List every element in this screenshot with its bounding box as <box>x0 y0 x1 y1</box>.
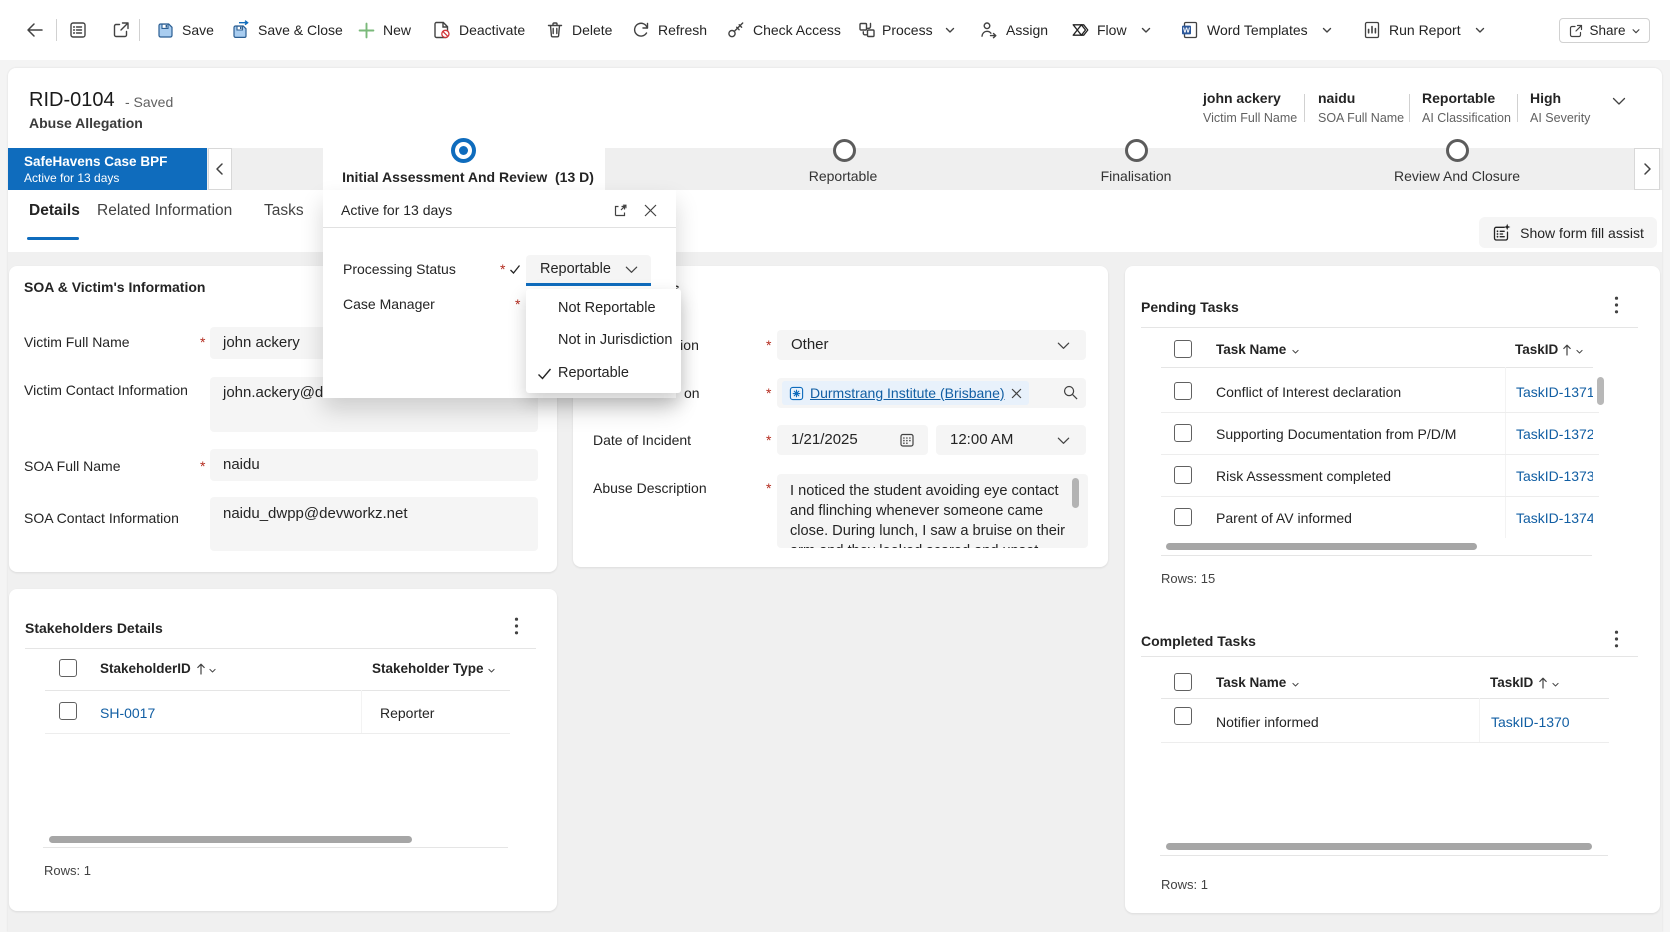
svg-text:W: W <box>1183 25 1190 34</box>
